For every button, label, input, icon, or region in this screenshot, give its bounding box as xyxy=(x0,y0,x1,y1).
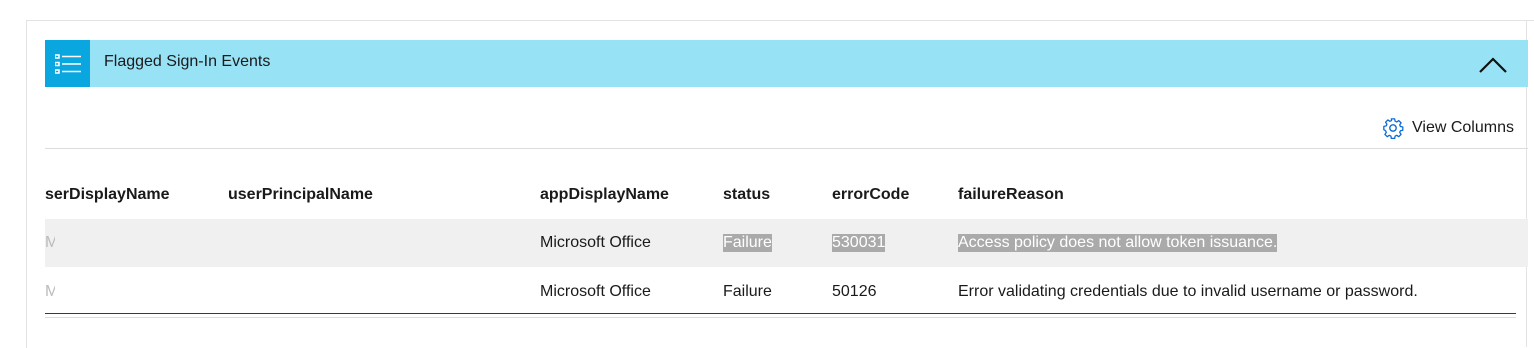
col-header-appdisplayname[interactable]: appDisplayName xyxy=(540,186,669,204)
table-row[interactable]: Ma Microsoft Office Failure 530031 Acces… xyxy=(45,219,1528,267)
cell-appdisplayname: Microsoft Office xyxy=(540,283,651,300)
view-columns-label: View Columns xyxy=(1412,119,1514,136)
cell-status: Failure xyxy=(723,283,772,300)
list-icon xyxy=(45,40,90,87)
cell-appdisplayname: Microsoft Office xyxy=(540,234,651,251)
chevron-up-icon xyxy=(1479,57,1507,73)
panel-title: Flagged Sign-In Events xyxy=(104,53,271,70)
col-header-errorcode[interactable]: errorCode xyxy=(832,186,909,204)
cell-status: Failure xyxy=(723,234,772,252)
view-columns-button[interactable]: View Columns xyxy=(1382,117,1514,139)
table-bottom-border xyxy=(45,313,1516,314)
col-header-status[interactable]: status xyxy=(723,186,770,204)
panel-header[interactable]: Flagged Sign-In Events xyxy=(45,40,1528,87)
collapse-button[interactable] xyxy=(1476,52,1510,76)
redacted-region xyxy=(55,274,455,308)
cell-failurereason: Access policy does not allow token issua… xyxy=(958,234,1278,252)
col-header-userprincipalname[interactable]: userPrincipalName xyxy=(228,186,373,204)
cell-failurereason: Error validating credentials due to inva… xyxy=(958,283,1418,300)
redacted-region xyxy=(55,227,455,259)
table-bottom-divider xyxy=(45,317,1516,318)
cell-errorcode: 530031 xyxy=(832,234,886,252)
gear-icon xyxy=(1383,118,1404,139)
col-header-failurereason[interactable]: failureReason xyxy=(958,186,1064,204)
col-header-userdisplayname[interactable]: serDisplayName xyxy=(45,186,170,204)
toolbar-divider xyxy=(45,148,1528,149)
table-row[interactable]: M Microsoft Office Failure 50126 Error v… xyxy=(45,268,1528,316)
cell-errorcode: 50126 xyxy=(832,283,877,300)
